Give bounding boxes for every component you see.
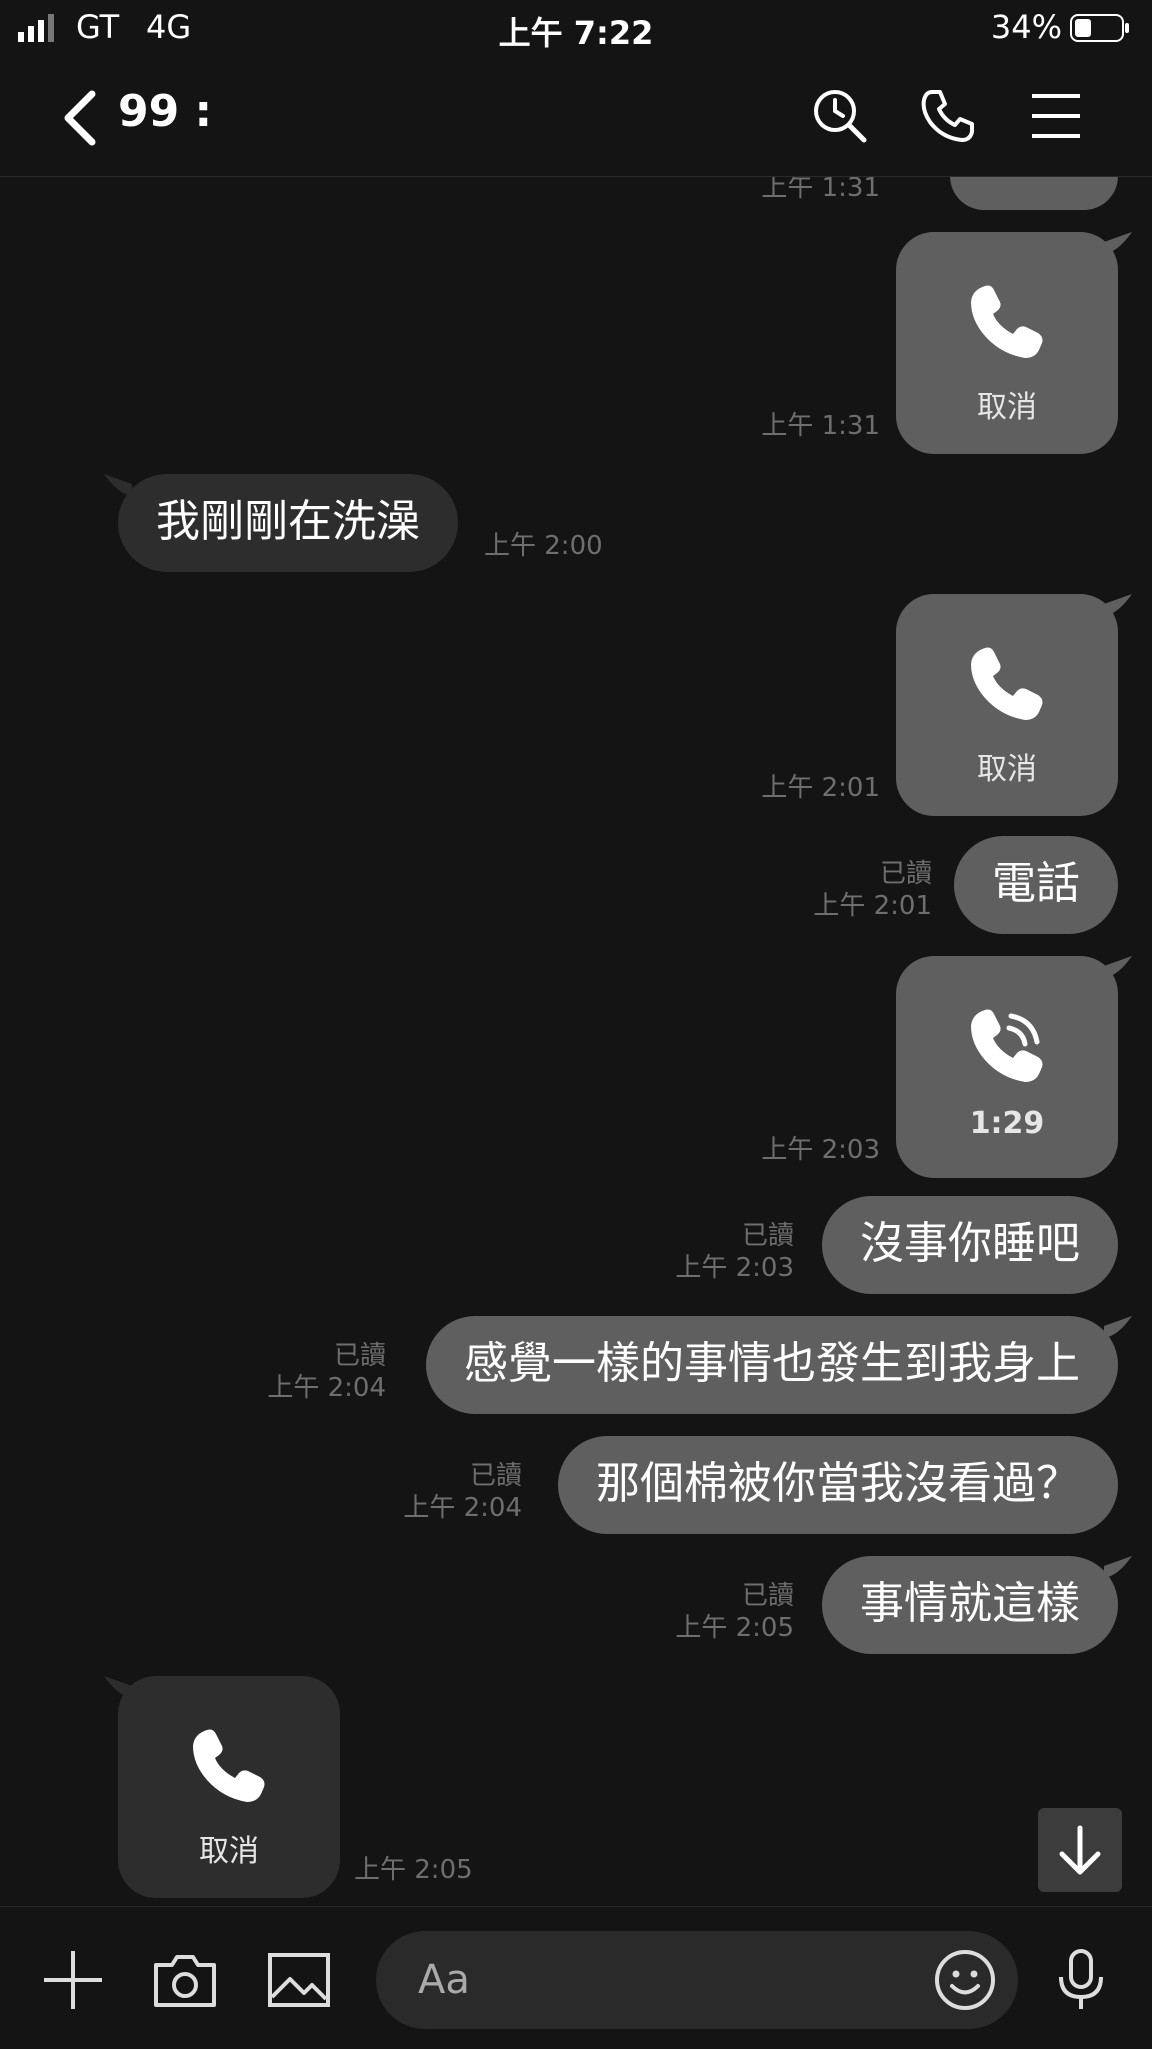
call-ended-icon	[971, 1009, 1043, 1082]
message-text-out[interactable]: 感覺一樣的事情也發生到我身上	[426, 1316, 1118, 1414]
read-receipt: 已讀	[333, 1341, 386, 1371]
input-placeholder: Aa	[418, 1957, 470, 2003]
read-receipt: 已讀	[879, 859, 932, 889]
arrow-down-icon	[1059, 1825, 1101, 1875]
camera-icon[interactable]	[152, 1947, 218, 2013]
bubble-tail	[1104, 232, 1132, 254]
call-label: 取消	[199, 1834, 259, 1869]
message-time: 上午 2:03	[675, 1253, 794, 1283]
message-time: 上午 1:31	[761, 411, 880, 441]
read-receipt: 已讀	[741, 1221, 794, 1251]
call-card[interactable]: 取消	[118, 1676, 340, 1898]
phone-icon[interactable]	[918, 86, 978, 146]
message-time: 上午 2:00	[484, 531, 603, 561]
image-icon[interactable]	[266, 1947, 332, 2013]
message-time: 上午 2:05	[354, 1855, 473, 1885]
bubble-tail	[1104, 1316, 1132, 1338]
emoji-icon[interactable]	[934, 1949, 996, 2011]
call-label: 取消	[977, 752, 1037, 787]
chat-title[interactable]: 99 :	[118, 86, 212, 137]
message-composer: Aa	[0, 1906, 1152, 2049]
bubble-tail	[1104, 1556, 1132, 1578]
message-time: 上午 2:04	[403, 1493, 522, 1523]
plus-icon[interactable]	[40, 1947, 106, 2013]
back-icon[interactable]	[58, 88, 102, 148]
call-duration: 1:29	[969, 1106, 1045, 1141]
message-text-out[interactable]: 事情就這樣	[822, 1556, 1118, 1654]
call-card[interactable]: 取消	[896, 232, 1118, 454]
message-time: 上午 2:01	[813, 891, 932, 921]
microphone-icon[interactable]	[1048, 1947, 1114, 2013]
message-time: 上午 2:03	[761, 1135, 880, 1165]
call-label: 取消	[977, 390, 1037, 425]
read-receipt: 已讀	[741, 1581, 794, 1611]
message-text-out[interactable]: 那個棉被你當我沒看過？	[558, 1436, 1118, 1534]
scroll-to-bottom-button[interactable]	[1038, 1808, 1122, 1892]
message-input[interactable]: Aa	[376, 1931, 1018, 2029]
message-time: 上午 2:04	[267, 1373, 386, 1403]
bubble-tail	[1104, 594, 1132, 616]
call-card[interactable]: 1:29	[896, 956, 1118, 1178]
chat-header: 99 :	[0, 58, 1152, 177]
call-card[interactable]: 取消	[896, 594, 1118, 816]
message-list[interactable]: 上午 1:31 取消 上午 1:31 我剛剛在洗澡 上午 2:00 取消 上午 …	[0, 0, 1152, 1906]
menu-icon[interactable]	[1026, 86, 1086, 146]
search-clock-icon[interactable]	[810, 86, 870, 146]
message-text-out[interactable]: 沒事你睡吧	[822, 1196, 1118, 1294]
phone-icon	[193, 1729, 265, 1802]
message-text-out[interactable]: 電話	[954, 836, 1118, 934]
bubble-tail	[1104, 956, 1132, 978]
message-time: 上午 2:01	[761, 773, 880, 803]
read-receipt: 已讀	[469, 1461, 522, 1491]
message-text-in[interactable]: 我剛剛在洗澡	[118, 474, 458, 572]
phone-icon	[971, 285, 1043, 358]
phone-icon	[971, 647, 1043, 720]
message-time: 上午 2:05	[675, 1613, 794, 1643]
